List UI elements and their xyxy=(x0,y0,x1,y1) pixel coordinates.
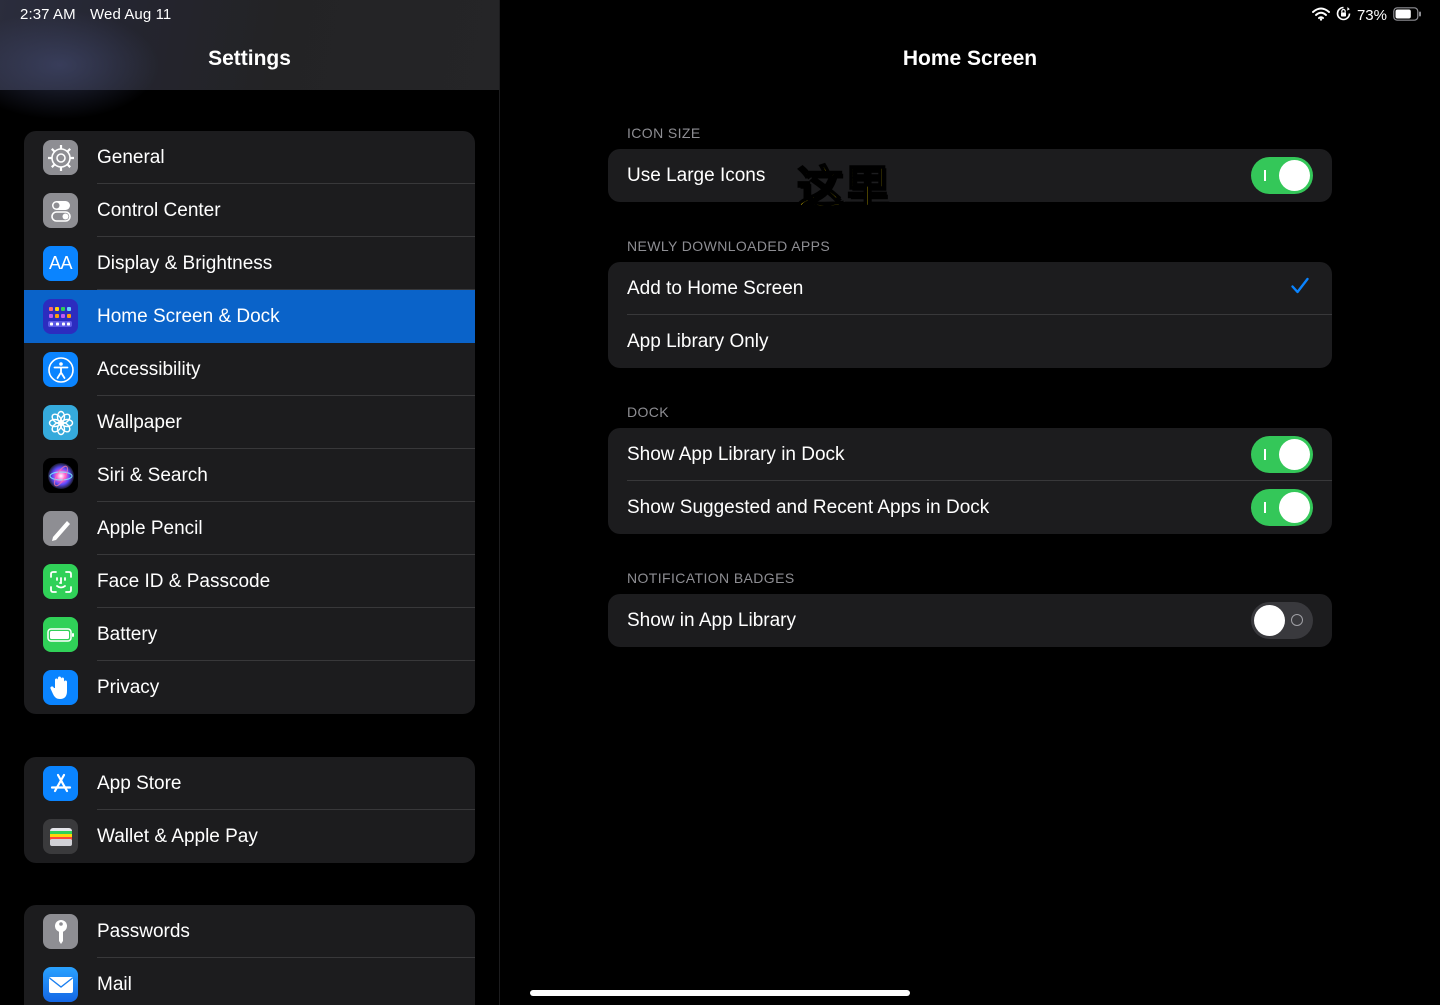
sidebar-item-label: Wallpaper xyxy=(97,412,182,433)
sidebar-item-label: Face ID & Passcode xyxy=(97,571,271,592)
home-indicator[interactable] xyxy=(530,990,910,996)
sidebar-item-home-screen-dock[interactable]: Home Screen & Dock xyxy=(24,290,475,343)
siri-icon xyxy=(43,458,78,493)
use-large-icons-toggle[interactable] xyxy=(1251,157,1313,194)
hand-icon xyxy=(43,670,78,705)
section-header-notification-badges: NOTIFICATION BADGES xyxy=(627,570,795,586)
sidebar-item-siri-search[interactable]: Siri & Search xyxy=(24,449,475,502)
pencil-icon xyxy=(43,511,78,546)
notification-badges-card: Show in App Library xyxy=(608,594,1332,647)
sidebar-item-control-center[interactable]: Control Center xyxy=(24,184,475,237)
annotation-overlay: 这里 xyxy=(796,161,891,215)
app-grid-icon xyxy=(43,299,78,334)
sidebar-item-passwords[interactable]: Passwords xyxy=(24,905,475,958)
sidebar-item-label: App Store xyxy=(97,773,182,794)
sidebar-item-label: Accessibility xyxy=(97,359,201,380)
sidebar-item-label: Passwords xyxy=(97,921,190,942)
wallet-icon xyxy=(43,819,78,854)
sidebar-item-accessibility[interactable]: Accessibility xyxy=(24,343,475,396)
page-title: Home Screen xyxy=(902,47,1038,70)
app-store-icon xyxy=(43,766,78,801)
toggles-icon xyxy=(43,193,78,228)
settings-sidebar: 2:37 AM Wed Aug 11 Settings General Cont… xyxy=(0,0,499,1005)
sidebar-item-apple-pencil[interactable]: Apple Pencil xyxy=(24,502,475,555)
sidebar-item-app-store[interactable]: App Store xyxy=(24,757,475,810)
app-library-only-option[interactable]: App Library Only xyxy=(608,315,1332,368)
text-size-icon: AA xyxy=(43,246,78,281)
sidebar-item-label: General xyxy=(97,147,165,168)
row-label: Show App Library in Dock xyxy=(627,444,845,465)
battery-icon xyxy=(43,617,78,652)
status-time: 2:37 AM xyxy=(20,6,76,23)
flower-icon xyxy=(43,405,78,440)
show-suggested-recent-apps-row: Show Suggested and Recent Apps in Dock xyxy=(608,481,1332,534)
status-bar-right: 73% xyxy=(1311,6,1422,25)
show-app-library-in-dock-toggle[interactable] xyxy=(1251,436,1313,473)
status-bar-left: 2:37 AM Wed Aug 11 xyxy=(20,6,171,23)
section-header-icon-size: ICON SIZE xyxy=(627,125,701,141)
sidebar-item-face-id-passcode[interactable]: Face ID & Passcode xyxy=(24,555,475,608)
sidebar-item-wallet-apple-pay[interactable]: Wallet & Apple Pay xyxy=(24,810,475,863)
settings-group-store: App Store Wallet & Apple Pay xyxy=(24,757,475,863)
wifi-icon xyxy=(1311,7,1330,25)
icon-size-card: Use Large Icons xyxy=(608,149,1332,202)
section-header-dock: DOCK xyxy=(627,404,670,420)
sidebar-item-privacy[interactable]: Privacy xyxy=(24,661,475,714)
settings-group-main: General Control Center AA Display & Brig… xyxy=(24,131,475,714)
show-in-app-library-toggle[interactable] xyxy=(1251,602,1313,639)
row-label: Show in App Library xyxy=(627,610,796,631)
sidebar-item-mail[interactable]: Mail xyxy=(24,958,475,1005)
split-divider xyxy=(499,0,500,1005)
sidebar-item-label: Battery xyxy=(97,624,158,645)
sidebar-item-label: Home Screen & Dock xyxy=(97,306,280,327)
settings-group-accounts: Passwords Mail xyxy=(24,905,475,1005)
orientation-lock-icon xyxy=(1336,6,1351,25)
sidebar-header: 2:37 AM Wed Aug 11 Settings xyxy=(0,0,499,120)
sidebar-item-label: Siri & Search xyxy=(97,465,208,486)
sidebar-item-label: Control Center xyxy=(97,200,221,221)
row-label: Add to Home Screen xyxy=(627,278,804,299)
sidebar-item-label: Privacy xyxy=(97,677,160,698)
show-app-library-in-dock-row: Show App Library in Dock xyxy=(608,428,1332,481)
battery-percent: 73% xyxy=(1356,7,1387,24)
status-battery-icon xyxy=(1393,6,1422,25)
key-icon xyxy=(43,914,78,949)
face-id-icon xyxy=(43,564,78,599)
row-label: Use Large Icons xyxy=(627,165,766,186)
sidebar-item-wallpaper[interactable]: Wallpaper xyxy=(24,396,475,449)
gear-icon xyxy=(43,140,78,175)
sidebar-item-label: Display & Brightness xyxy=(97,253,273,274)
show-suggested-recent-apps-toggle[interactable] xyxy=(1251,489,1313,526)
row-label: Show Suggested and Recent Apps in Dock xyxy=(627,497,990,518)
mail-icon xyxy=(43,967,78,1002)
newly-downloaded-card: Add to Home Screen App Library Only xyxy=(608,262,1332,368)
sidebar-title: Settings xyxy=(208,47,291,70)
sidebar-item-label: Apple Pencil xyxy=(97,518,203,539)
accessibility-icon xyxy=(43,352,78,387)
dock-card: Show App Library in Dock Show Suggested … xyxy=(608,428,1332,534)
sidebar-item-label: Wallet & Apple Pay xyxy=(97,826,258,847)
add-to-home-screen-option[interactable]: Add to Home Screen xyxy=(608,262,1332,315)
row-label: App Library Only xyxy=(627,331,769,352)
sidebar-item-label: Mail xyxy=(97,974,132,995)
show-in-app-library-row: Show in App Library xyxy=(608,594,1332,647)
status-date: Wed Aug 11 xyxy=(90,6,172,23)
checkmark-icon xyxy=(1290,276,1310,301)
sidebar-item-battery[interactable]: Battery xyxy=(24,608,475,661)
sidebar-item-display-brightness[interactable]: AA Display & Brightness xyxy=(24,237,475,290)
section-header-newly-downloaded: NEWLY DOWNLOADED APPS xyxy=(627,238,831,254)
sidebar-item-general[interactable]: General xyxy=(24,131,475,184)
use-large-icons-row: Use Large Icons xyxy=(608,149,1332,202)
